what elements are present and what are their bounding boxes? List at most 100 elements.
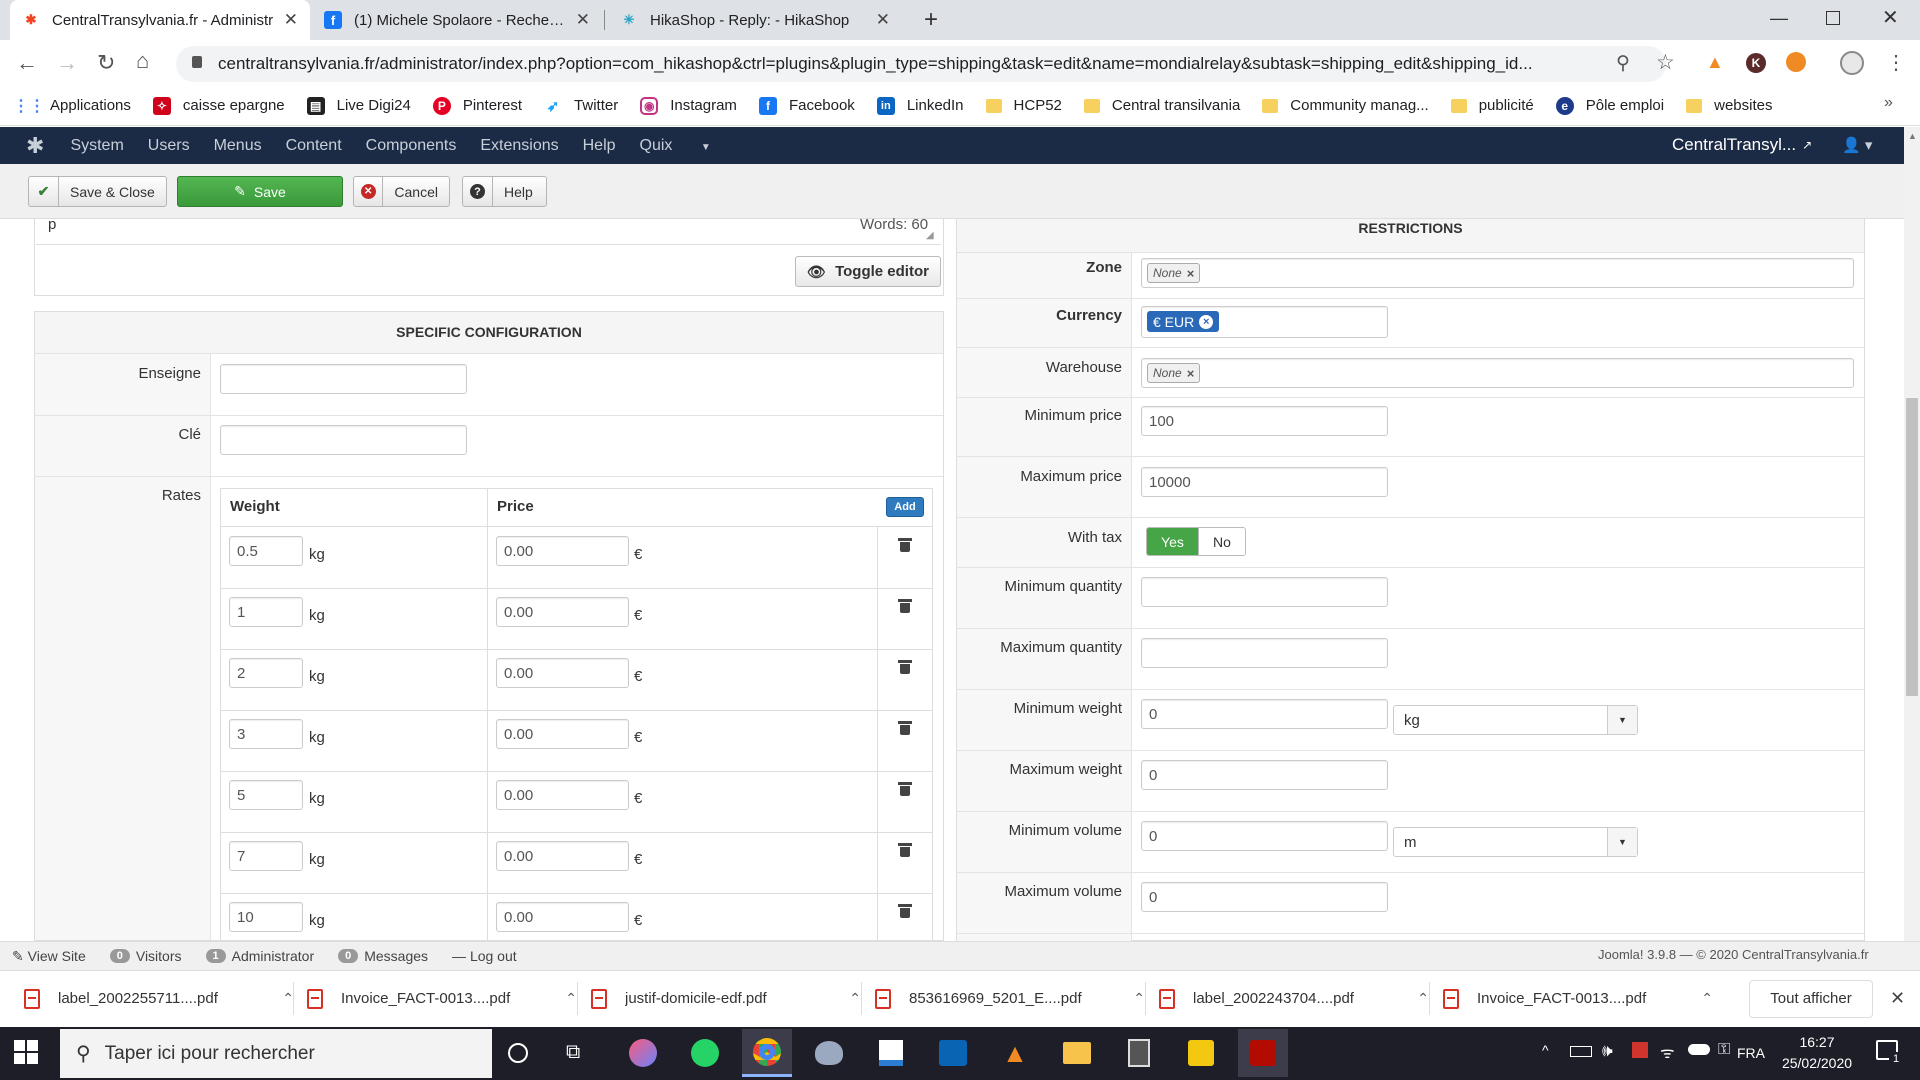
help-button[interactable]: ? Help	[462, 176, 547, 207]
bookmark-community[interactable]: Community manag...	[1262, 97, 1429, 114]
windows-start-icon[interactable]	[14, 1040, 38, 1064]
network-icon[interactable]: ᯤ	[1660, 1041, 1675, 1063]
charts-app-icon[interactable]	[866, 1029, 916, 1077]
bookmark-instagram[interactable]: ◉ Instagram	[640, 96, 737, 115]
cortana-icon[interactable]	[508, 1043, 528, 1063]
delete-rate-icon[interactable]	[898, 903, 912, 918]
bookmark-star-icon[interactable]: ☆	[1656, 50, 1675, 75]
menu-users[interactable]: Users	[148, 137, 190, 155]
chevron-up-icon[interactable]: ⌃	[1133, 990, 1145, 1007]
minimize-window-icon[interactable]: —	[1770, 8, 1788, 29]
show-all-downloads-button[interactable]: Tout afficher	[1749, 980, 1873, 1018]
itunes-icon[interactable]	[618, 1029, 668, 1077]
scrollbar-thumb[interactable]	[1906, 398, 1918, 696]
file-explorer-icon[interactable]	[1052, 1029, 1102, 1077]
visitors-status[interactable]: 0 Visitors	[109, 948, 182, 964]
add-rate-button[interactable]: Add	[886, 497, 924, 517]
restore-window-icon[interactable]	[1826, 11, 1840, 25]
cle-input[interactable]	[220, 425, 467, 455]
chevron-up-icon[interactable]: ⌃	[1417, 990, 1429, 1007]
max-qty-input[interactable]	[1141, 638, 1388, 668]
extension-honey-icon[interactable]	[1786, 52, 1806, 72]
bookmark-pinterest[interactable]: P Pinterest	[432, 96, 522, 115]
clock[interactable]: 16:27 25/02/2020	[1772, 1032, 1862, 1074]
rate-price-input[interactable]: 0.00	[496, 597, 629, 627]
close-tab-icon[interactable]: ✕	[876, 10, 890, 30]
rate-price-input[interactable]: 0.00	[496, 536, 629, 566]
vlc-icon[interactable]: ▲	[990, 1029, 1040, 1077]
rate-price-input[interactable]: 0.00	[496, 658, 629, 688]
close-tab-icon[interactable]: ✕	[284, 10, 298, 30]
bookmark-publicite[interactable]: publicité	[1450, 97, 1534, 114]
gift-app-icon[interactable]	[1632, 1042, 1648, 1058]
menu-help[interactable]: Help	[583, 137, 616, 155]
min-volume-input[interactable]: 0	[1141, 821, 1388, 851]
menu-extensions[interactable]: Extensions	[480, 137, 558, 155]
close-tab-icon[interactable]: ✕	[576, 10, 590, 30]
tax-no-option[interactable]: No	[1197, 528, 1245, 555]
rate-weight-input[interactable]: 3	[229, 719, 303, 749]
download-item[interactable]: Invoice_FACT-0013....pdf ⌃	[1443, 970, 1713, 1027]
remove-tag-icon[interactable]: ×	[1199, 314, 1214, 329]
bookmark-facebook[interactable]: f Facebook	[758, 96, 855, 115]
rate-weight-input[interactable]: 10	[229, 902, 303, 932]
cancel-button[interactable]: ✕ Cancel	[353, 176, 450, 207]
chrome-icon[interactable]	[742, 1029, 792, 1077]
delete-rate-icon[interactable]	[898, 598, 912, 613]
acrobat-icon[interactable]	[1238, 1029, 1288, 1077]
menu-system[interactable]: System	[70, 137, 123, 155]
bookmark-linkedin[interactable]: in LinkedIn	[876, 96, 964, 115]
remove-tag-icon[interactable]: ×	[1187, 366, 1195, 381]
resize-grip-icon[interactable]: ◢	[926, 230, 934, 241]
whatsapp-icon[interactable]	[680, 1029, 730, 1077]
rate-weight-input[interactable]: 1	[229, 597, 303, 627]
bookmark-hcp52[interactable]: HCP52	[985, 97, 1062, 114]
volume-unit-select[interactable]: m ▼	[1393, 827, 1638, 857]
extension-vlc-icon[interactable]: ▲	[1706, 52, 1724, 73]
save-button[interactable]: ✎ Save	[177, 176, 343, 207]
with-tax-toggle[interactable]: Yes No	[1146, 527, 1246, 556]
bookmark-applications[interactable]: ⋮⋮ Applications	[13, 97, 131, 115]
view-site-link[interactable]: ✎ View Site	[12, 948, 86, 965]
lock-icon[interactable]	[192, 56, 202, 68]
toggle-editor-button[interactable]: 👁 Toggle editor	[795, 256, 941, 287]
menu-content[interactable]: Content	[286, 137, 342, 155]
menu-kebab-icon[interactable]: ⋮	[1886, 50, 1906, 75]
delete-rate-icon[interactable]	[898, 842, 912, 857]
new-tab-icon[interactable]: +	[924, 6, 938, 34]
home-icon[interactable]: ⌂	[136, 48, 149, 74]
rate-price-input[interactable]: 0.00	[496, 719, 629, 749]
reload-icon[interactable]: ↻	[97, 50, 115, 76]
rate-weight-input[interactable]: 0.5	[229, 536, 303, 566]
rate-price-input[interactable]: 0.00	[496, 841, 629, 871]
warehouse-select[interactable]: None ×	[1141, 358, 1854, 388]
scroll-up-icon[interactable]: ▲	[1908, 131, 1917, 141]
enseigne-input[interactable]	[220, 364, 467, 394]
delete-rate-icon[interactable]	[898, 781, 912, 796]
close-downloads-icon[interactable]: ✕	[1890, 988, 1905, 1009]
max-weight-input[interactable]: 0	[1141, 760, 1388, 790]
administrator-status[interactable]: 1 Administrator	[205, 948, 314, 964]
bookmark-caisse-epargne[interactable]: ✧ caisse epargne	[152, 96, 285, 115]
download-item[interactable]: 853616969_5201_E....pdf ⌃	[875, 970, 1145, 1027]
currency-select[interactable]: € EUR ×	[1141, 306, 1388, 338]
delete-rate-icon[interactable]	[898, 537, 912, 552]
download-item[interactable]: label_2002243704....pdf ⌃	[1159, 970, 1429, 1027]
rate-weight-input[interactable]: 7	[229, 841, 303, 871]
zoom-icon[interactable]: ⚲	[1616, 52, 1630, 75]
rate-weight-input[interactable]: 2	[229, 658, 303, 688]
max-price-input[interactable]: 10000	[1141, 467, 1388, 497]
min-qty-input[interactable]	[1141, 577, 1388, 607]
menu-quix[interactable]: Quix ▼	[640, 137, 735, 155]
weight-unit-select[interactable]: kg ▼	[1393, 705, 1638, 735]
messages-status[interactable]: 0 Messages	[338, 948, 428, 964]
calculator-icon[interactable]	[1114, 1029, 1164, 1077]
chevron-up-icon[interactable]: ⌃	[849, 990, 861, 1007]
min-price-input[interactable]: 100	[1141, 406, 1388, 436]
delete-rate-icon[interactable]	[898, 720, 912, 735]
close-window-icon[interactable]: ✕	[1882, 5, 1899, 30]
menu-components[interactable]: Components	[366, 137, 457, 155]
profile-k-icon[interactable]: K	[1746, 53, 1766, 73]
chevron-up-icon[interactable]: ⌃	[1701, 990, 1713, 1007]
menu-menus[interactable]: Menus	[214, 137, 262, 155]
